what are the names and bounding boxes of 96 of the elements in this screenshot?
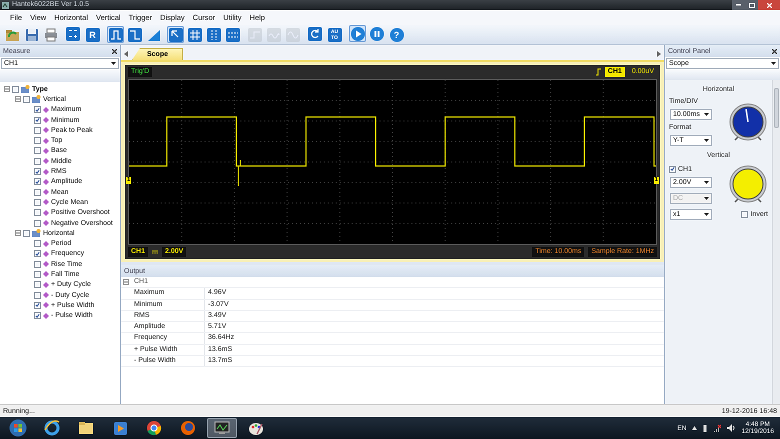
pointer-icon	[168, 28, 182, 42]
chrome-icon	[146, 420, 162, 436]
palette-icon	[248, 420, 264, 436]
save-button[interactable]	[23, 26, 40, 43]
caret-icon	[111, 62, 116, 65]
checkbox[interactable]	[741, 211, 748, 218]
falling-edge-icon	[128, 28, 142, 42]
checkbox[interactable]	[23, 96, 30, 103]
taskbar-app-button[interactable]	[207, 418, 237, 438]
expand-toggle[interactable]	[4, 86, 10, 92]
checkbox[interactable]	[34, 270, 41, 278]
caret-icon	[704, 113, 709, 116]
dc-coupling-icon	[152, 250, 158, 254]
trigger-edge-icon	[596, 68, 601, 76]
show-hidden-icon[interactable]	[692, 426, 698, 430]
checkbox[interactable]	[34, 198, 41, 206]
close-icon[interactable]	[112, 48, 117, 54]
pulse-icon	[108, 28, 122, 42]
grid-icon	[188, 28, 202, 42]
play-icon	[350, 26, 364, 40]
checkbox[interactable]	[34, 260, 41, 268]
caret-icon	[771, 62, 776, 65]
vertical-cursor-button[interactable]	[205, 26, 222, 43]
network-icon[interactable]	[713, 424, 722, 432]
reference-button[interactable]: R	[83, 25, 102, 44]
expand-toggle[interactable]	[123, 279, 129, 286]
minimize-button[interactable]	[732, 0, 745, 10]
browser-icon	[44, 420, 60, 436]
caret-icon	[704, 196, 709, 200]
time-knob[interactable]	[728, 102, 768, 144]
calculator-icon	[66, 26, 80, 40]
checkbox[interactable]	[23, 230, 30, 237]
scroll-left-icon[interactable]	[124, 51, 128, 57]
volume-icon[interactable]	[727, 424, 736, 432]
checkbox[interactable]	[34, 188, 41, 196]
scroll-right-icon[interactable]	[657, 51, 661, 57]
print-button[interactable]	[42, 26, 59, 43]
step-icon	[248, 28, 262, 42]
scrollbar[interactable]	[772, 80, 780, 404]
folder-icon	[78, 421, 94, 435]
checkbox[interactable]	[12, 86, 19, 93]
oscilloscope-icon	[214, 421, 230, 435]
close-icon	[766, 2, 772, 8]
ramp-icon	[146, 28, 160, 42]
checkbox[interactable]	[34, 147, 41, 154]
checkbox[interactable]	[34, 312, 41, 320]
horizontal-lines-icon	[226, 28, 240, 42]
printer-icon	[44, 28, 58, 42]
checkbox[interactable]	[34, 106, 41, 114]
cross-cursor-button[interactable]	[186, 26, 203, 43]
maximize-icon	[748, 2, 754, 8]
wave-icon	[266, 28, 280, 42]
checkbox[interactable]	[34, 292, 41, 299]
media-player-icon	[112, 420, 128, 436]
category-icon	[21, 85, 30, 94]
checkbox[interactable]	[34, 302, 41, 309]
caret-icon	[704, 139, 709, 142]
checkbox[interactable]	[34, 281, 41, 288]
close-icon[interactable]	[772, 48, 777, 54]
falling-edge-button[interactable]	[126, 26, 143, 43]
checkbox[interactable]	[34, 158, 41, 165]
checkbox[interactable]	[34, 178, 41, 186]
minimize-icon	[736, 4, 741, 6]
app-icon	[2, 2, 9, 8]
folder-icon	[5, 28, 20, 42]
category-icon	[32, 95, 41, 104]
close-button[interactable]	[758, 0, 780, 10]
checkbox[interactable]	[34, 168, 41, 176]
pause-icon	[370, 26, 384, 40]
caret-icon	[704, 180, 709, 184]
caret-icon	[704, 213, 709, 216]
vertical-lines-icon	[206, 28, 220, 42]
maximize-button[interactable]	[745, 0, 758, 10]
start-orb-icon	[9, 419, 27, 437]
horizontal-cursor-button[interactable]	[224, 26, 241, 43]
refresh-button[interactable]	[306, 25, 323, 42]
math-button[interactable]	[64, 25, 81, 42]
rising-edge-button[interactable]	[107, 26, 124, 43]
run-button[interactable]	[349, 25, 366, 42]
checkbox[interactable]	[34, 116, 41, 124]
checkbox[interactable]	[34, 137, 41, 144]
pointer-button[interactable]	[167, 26, 184, 43]
checkbox[interactable]	[34, 220, 41, 226]
refresh-icon	[308, 26, 322, 40]
checkbox[interactable]	[669, 166, 676, 172]
checkbox[interactable]	[34, 240, 41, 248]
expand-toggle[interactable]	[15, 96, 21, 102]
category-icon	[32, 229, 41, 238]
battery-icon[interactable]	[703, 424, 708, 432]
checkbox[interactable]	[34, 126, 41, 134]
firefox-icon	[180, 420, 196, 436]
stop-button[interactable]	[368, 25, 385, 42]
expand-toggle[interactable]	[15, 230, 21, 236]
checkbox[interactable]	[34, 209, 41, 216]
checkbox[interactable]	[34, 250, 41, 258]
sine-wave-icon	[286, 28, 300, 42]
